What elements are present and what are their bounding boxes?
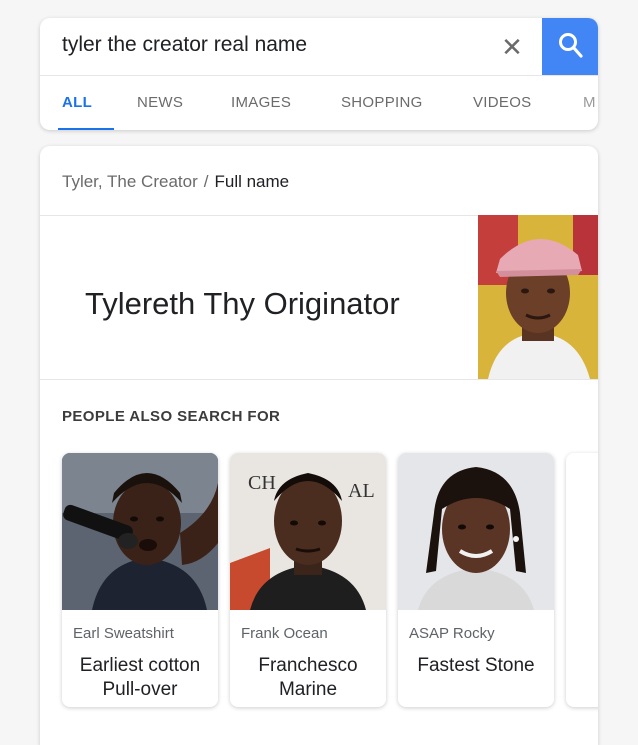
search-input[interactable]: tyler the creator real name	[62, 33, 307, 57]
person-name: Frank Ocean	[241, 625, 328, 642]
person-alt-name: Franchesco Marine	[258, 655, 358, 700]
person-card-earl-sweatshirt[interactable]: Earl Sweatshirt Earliest cotton Pull-ove…	[62, 453, 218, 707]
breadcrumb-separator: /	[203, 172, 209, 191]
tab-shopping[interactable]: SHOPPING	[341, 94, 423, 111]
people-also-search-heading: PEOPLE ALSO SEARCH FOR	[62, 408, 281, 425]
breadcrumb-entity[interactable]: Tyler, The Creator	[62, 172, 198, 191]
person-card-asap-rocky[interactable]: ASAP Rocky Fastest Stone	[398, 453, 554, 707]
search-button[interactable]	[542, 18, 598, 75]
divider	[40, 379, 598, 380]
svg-text:CH: CH	[248, 472, 276, 494]
person-photo	[62, 453, 218, 610]
person-name: ASAP Rocky	[409, 625, 495, 642]
svg-text:AL: AL	[348, 480, 375, 502]
tab-news[interactable]: NEWS	[137, 94, 183, 111]
person-photo	[398, 453, 554, 610]
tab-videos[interactable]: VIDEOS	[473, 94, 531, 111]
answer-text: Tylereth Thy Originator	[85, 286, 400, 321]
entity-photo[interactable]	[478, 215, 598, 379]
tab-images[interactable]: IMAGES	[231, 94, 291, 111]
close-icon[interactable]: ✕	[495, 30, 529, 64]
breadcrumb-attribute: Full name	[214, 172, 290, 191]
person-card-next[interactable]	[566, 453, 598, 707]
tab-all[interactable]: ALL	[62, 94, 92, 111]
search-card: tyler the creator real name ✕ ALL NEWS I…	[40, 18, 598, 130]
person-photo: CH AL	[230, 453, 386, 610]
person-alt-name: Fastest Stone	[417, 655, 535, 676]
person-alt-name: Earliest cotton Pull-over	[79, 655, 201, 700]
person-name: Earl Sweatshirt	[73, 625, 174, 642]
search-bar: tyler the creator real name ✕	[40, 18, 598, 76]
search-icon	[559, 33, 583, 58]
knowledge-card: Tyler, The Creator / Full name Tylereth Th…	[40, 146, 598, 745]
active-tab-indicator	[58, 128, 114, 130]
tab-more[interactable]: M	[583, 94, 596, 111]
breadcrumb: Tyler, The Creator / Full name	[62, 172, 289, 192]
person-card-frank-ocean[interactable]: CH AL Frank Ocean Franchesco Marine	[230, 453, 386, 707]
search-tabs: ALL NEWS IMAGES SHOPPING VIDEOS M	[40, 76, 598, 130]
